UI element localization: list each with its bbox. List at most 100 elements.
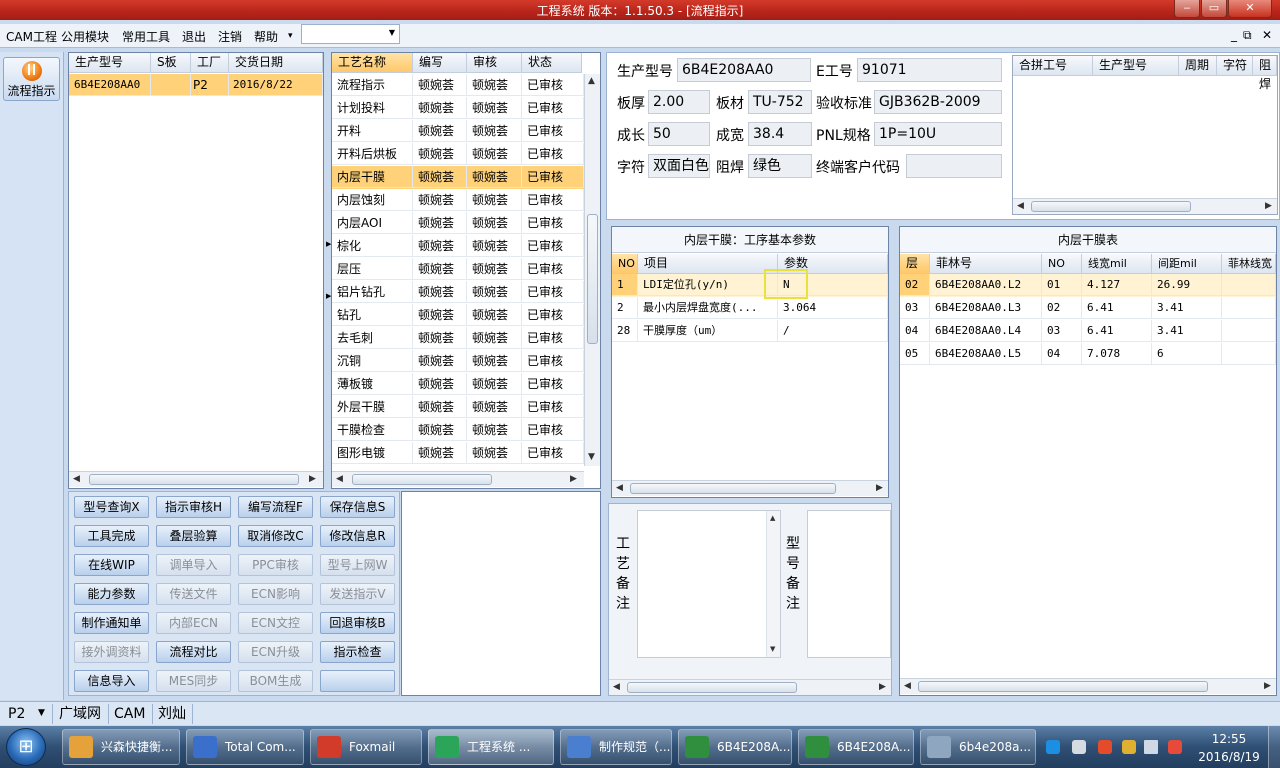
flow-indicator-nav-button[interactable]: 流程指示 bbox=[3, 57, 60, 101]
table-row[interactable]: 02 6B4E208AA0.L2 01 4.127 26.99 bbox=[900, 274, 1276, 297]
table-row[interactable]: 铝片钻孔 顿婉荟 顿婉荟 已审核 bbox=[332, 281, 584, 304]
col-header-merge-mask[interactable]: 阻焊 bbox=[1253, 56, 1277, 91]
help-dropdown-icon[interactable]: ▾ bbox=[288, 31, 293, 41]
scroll-right-icon[interactable]: ▶ bbox=[876, 483, 883, 493]
import-order-button[interactable]: 调单导入 bbox=[156, 554, 231, 576]
table-row[interactable]: 外层干膜 顿婉荟 顿婉荟 已审核 bbox=[332, 396, 584, 419]
films-hscroll[interactable]: ◀ ▶ bbox=[900, 678, 1276, 694]
table-row[interactable]: 2 最小内层焊盘宽度(... 3.064 bbox=[612, 297, 888, 320]
col-header-process-name[interactable]: 工艺名称 bbox=[332, 53, 413, 73]
scroll-right-icon[interactable]: ▶ bbox=[570, 474, 577, 484]
splitter-handle[interactable]: ▶ ▶ bbox=[325, 240, 331, 300]
menu-cam[interactable]: CAM工程 bbox=[6, 28, 57, 45]
antivirus-icon[interactable] bbox=[1098, 740, 1112, 754]
table-row[interactable]: 1 LDI定位孔(y/n) N bbox=[612, 274, 888, 297]
task-spec-doc[interactable]: 制作规范（... bbox=[560, 729, 672, 765]
col-header-merge-model[interactable]: 生产型号 bbox=[1093, 56, 1179, 76]
col-header-s-board[interactable]: S板 bbox=[151, 53, 191, 73]
task-file[interactable]: 6b4e208a... bbox=[920, 729, 1036, 765]
scroll-right-icon[interactable]: ▶ bbox=[1264, 681, 1271, 691]
scroll-right-icon[interactable]: ▶ bbox=[1265, 201, 1272, 211]
warning-icon[interactable] bbox=[1122, 740, 1136, 754]
modify-info-button[interactable]: 修改信息R bbox=[320, 525, 395, 547]
task-excel-1[interactable]: 6B4E208A... bbox=[678, 729, 792, 765]
mdi-restore-button[interactable]: ⧉ bbox=[1243, 28, 1252, 43]
make-notice-button[interactable]: 制作通知单 bbox=[74, 612, 149, 634]
scroll-thumb[interactable] bbox=[627, 682, 797, 693]
col-header-merge-char[interactable]: 字符 bbox=[1217, 56, 1253, 76]
field-width[interactable]: 38.4 bbox=[748, 122, 812, 146]
edit-flow-button[interactable]: 编写流程F bbox=[238, 496, 313, 518]
table-row[interactable]: 棕化 顿婉荟 顿婉荟 已审核 bbox=[332, 235, 584, 258]
scroll-left-icon[interactable]: ◀ bbox=[1017, 201, 1024, 211]
field-standard[interactable]: GJB362B-2009 bbox=[874, 90, 1002, 114]
col-header-line-width[interactable]: 线宽mil bbox=[1082, 254, 1152, 274]
table-row[interactable]: 薄板镀 顿婉荟 顿婉荟 已审核 bbox=[332, 373, 584, 396]
status-factory[interactable]: P2 bbox=[8, 706, 25, 722]
field-char[interactable]: 双面白色 bbox=[648, 154, 710, 178]
flow-compare-button[interactable]: 流程对比 bbox=[156, 641, 231, 663]
menu-common-modules[interactable]: 公用模块 bbox=[61, 28, 109, 45]
approve-indication-button[interactable]: 指示审核H bbox=[156, 496, 231, 518]
mdi-minimize-button[interactable]: _ bbox=[1231, 28, 1237, 42]
table-row[interactable]: 内层AOI 顿婉荟 顿婉荟 已审核 bbox=[332, 212, 584, 235]
col-header-writer[interactable]: 编写 bbox=[413, 53, 467, 73]
col-header-spacing[interactable]: 间距mil bbox=[1152, 254, 1222, 274]
scroll-left-icon[interactable]: ◀ bbox=[904, 681, 911, 691]
field-pnl[interactable]: 1P=10U bbox=[874, 122, 1002, 146]
external-data-button[interactable]: 接外调资料 bbox=[74, 641, 149, 663]
cell-param[interactable]: / bbox=[778, 320, 888, 342]
field-model[interactable]: 6B4E208AA0 bbox=[677, 58, 811, 82]
field-thickness[interactable]: 2.00 bbox=[648, 90, 710, 114]
craft-notes-textarea[interactable]: ▲ ▼ bbox=[637, 510, 781, 658]
capability-params-button[interactable]: 能力参数 bbox=[74, 583, 149, 605]
ecn-impact-button[interactable]: ECN影响 bbox=[238, 583, 313, 605]
blank-button[interactable] bbox=[320, 670, 395, 692]
network-status-icon[interactable] bbox=[1168, 740, 1182, 754]
field-e-no[interactable]: 91071 bbox=[857, 58, 1002, 82]
ppc-review-button[interactable]: PPC审核 bbox=[238, 554, 313, 576]
scroll-left-icon[interactable]: ◀ bbox=[613, 682, 620, 692]
col-header-status[interactable]: 状态 bbox=[522, 53, 582, 73]
ecn-upgrade-button[interactable]: ECN升级 bbox=[238, 641, 313, 663]
mdi-close-button[interactable]: ✕ bbox=[1262, 28, 1272, 42]
table-row[interactable]: 沉铜 顿婉荟 顿婉荟 已审核 bbox=[332, 350, 584, 373]
network-app-icon[interactable] bbox=[1046, 740, 1060, 754]
scroll-left-icon[interactable]: ◀ bbox=[336, 474, 343, 484]
device-icon[interactable] bbox=[1072, 740, 1086, 754]
scroll-thumb[interactable] bbox=[587, 214, 598, 344]
params-hscroll[interactable]: ◀ ▶ bbox=[612, 480, 888, 496]
table-row[interactable]: 05 6B4E208AA0.L5 04 7.078 6 bbox=[900, 343, 1276, 366]
field-client-code[interactable] bbox=[906, 154, 1002, 178]
send-indication-button[interactable]: 发送指示V bbox=[320, 583, 395, 605]
col-header-factory[interactable]: 工厂 bbox=[191, 53, 229, 73]
scroll-left-icon[interactable]: ◀ bbox=[616, 483, 623, 493]
scroll-thumb[interactable] bbox=[1031, 201, 1191, 212]
chevron-down-icon[interactable]: ▼ bbox=[38, 708, 45, 718]
model-online-button[interactable]: 型号上网W bbox=[320, 554, 395, 576]
model-notes-textarea[interactable] bbox=[807, 510, 891, 658]
col-header-item[interactable]: 项目 bbox=[638, 254, 778, 274]
table-row[interactable]: 流程指示 顿婉荟 顿婉荟 已审核 bbox=[332, 74, 584, 97]
task-xingsen[interactable]: 兴森快捷衡... bbox=[62, 729, 180, 765]
stackup-check-button[interactable]: 叠层验算 bbox=[156, 525, 231, 547]
scroll-down-icon[interactable]: ▼ bbox=[770, 645, 775, 653]
table-row[interactable]: 钻孔 顿婉荟 顿婉荟 已审核 bbox=[332, 304, 584, 327]
menu-common-tools[interactable]: 常用工具 bbox=[122, 28, 170, 45]
scroll-right-icon[interactable]: ▶ bbox=[879, 682, 886, 692]
mes-sync-button[interactable]: MES同步 bbox=[156, 670, 231, 692]
table-row[interactable]: 计划投料 顿婉荟 顿婉荟 已审核 bbox=[332, 97, 584, 120]
col-header-layer[interactable]: 层 bbox=[900, 254, 930, 274]
task-engineering-system[interactable]: 工程系统 ... bbox=[428, 729, 554, 765]
scroll-thumb[interactable] bbox=[918, 681, 1208, 692]
col-header-no[interactable]: NO bbox=[612, 254, 638, 274]
process-vscroll[interactable]: ▲ ▼ bbox=[584, 74, 600, 466]
scroll-right-icon[interactable]: ▶ bbox=[309, 474, 316, 484]
notes-hscroll[interactable]: ◀ ▶ bbox=[609, 679, 891, 695]
table-row[interactable]: 03 6B4E208AA0.L3 02 6.41 3.41 bbox=[900, 297, 1276, 320]
scroll-up-icon[interactable]: ▲ bbox=[770, 514, 775, 522]
scroll-up-icon[interactable]: ▲ bbox=[588, 76, 595, 86]
col-header-reviewer[interactable]: 审核 bbox=[467, 53, 522, 73]
volume-icon[interactable] bbox=[1144, 740, 1158, 754]
save-info-button[interactable]: 保存信息S bbox=[320, 496, 395, 518]
